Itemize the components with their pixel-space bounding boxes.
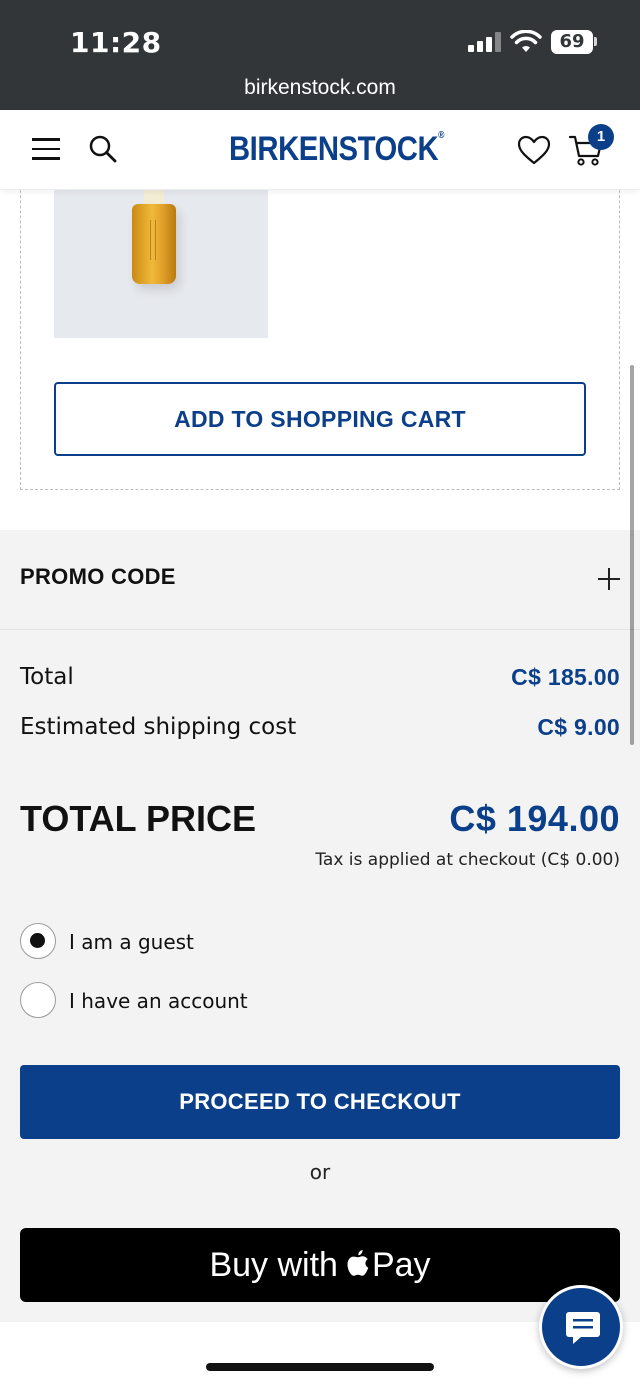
apple-logo-icon: [347, 1250, 369, 1276]
cellular-signal-icon: [468, 32, 502, 52]
subtotal-label: Total: [20, 664, 74, 690]
search-icon[interactable]: [88, 134, 118, 164]
account-radio[interactable]: [20, 982, 56, 1018]
apple-pay-suffix: Pay: [371, 1246, 431, 1284]
tax-note: Tax is applied at checkout (C$ 0.00): [315, 850, 620, 870]
or-divider-text: or: [309, 1160, 331, 1184]
promo-code-label: PROMO CODE: [20, 564, 176, 589]
battery-icon: 69: [551, 30, 593, 54]
chat-bubble-icon: [566, 1312, 600, 1344]
status-bar: 11:28 69 birkenstock.com: [0, 0, 640, 110]
site-header: BIRKENSTOCK®: [0, 110, 640, 190]
bottle-label: [150, 220, 156, 260]
guest-radio[interactable]: [20, 923, 56, 959]
order-summary: PROMO CODE Total C$ 185.00 Estimated shi…: [0, 530, 640, 1322]
heart-icon[interactable]: [516, 134, 552, 166]
account-radio-label[interactable]: I have an account: [69, 989, 248, 1013]
apple-pay-prefix: Buy with: [209, 1246, 338, 1284]
page-scrollbar[interactable]: [630, 365, 634, 745]
wifi-icon: [510, 30, 542, 52]
shipping-value: C$ 9.00: [537, 714, 620, 740]
registered-mark-icon: ®: [438, 130, 445, 141]
brand-logo[interactable]: BIRKENSTOCK®: [229, 130, 445, 169]
guest-radio-label[interactable]: I am a guest: [69, 930, 194, 954]
brand-logo-text: BIRKENSTOCK: [229, 130, 439, 168]
plus-icon[interactable]: [598, 568, 620, 590]
shipping-label: Estimated shipping cost: [20, 714, 297, 740]
total-price-label: TOTAL PRICE: [20, 798, 257, 839]
apple-pay-button[interactable]: Buy with Pay: [20, 1228, 620, 1302]
chat-button[interactable]: [539, 1285, 623, 1369]
status-time: 11:28: [70, 26, 162, 59]
address-bar-url[interactable]: birkenstock.com: [0, 76, 640, 100]
total-price-value: C$ 194.00: [449, 798, 620, 839]
home-indicator[interactable]: [206, 1363, 434, 1371]
cart-count-badge: 1: [588, 124, 614, 150]
product-image[interactable]: [54, 190, 268, 338]
add-to-cart-button[interactable]: ADD TO SHOPPING CART: [54, 382, 586, 456]
menu-icon[interactable]: [32, 138, 60, 160]
proceed-to-checkout-button[interactable]: PROCEED TO CHECKOUT: [20, 1065, 620, 1139]
subtotal-value: C$ 185.00: [511, 664, 620, 690]
battery-tip: [594, 37, 597, 46]
promo-code-section[interactable]: PROMO CODE: [0, 530, 640, 630]
